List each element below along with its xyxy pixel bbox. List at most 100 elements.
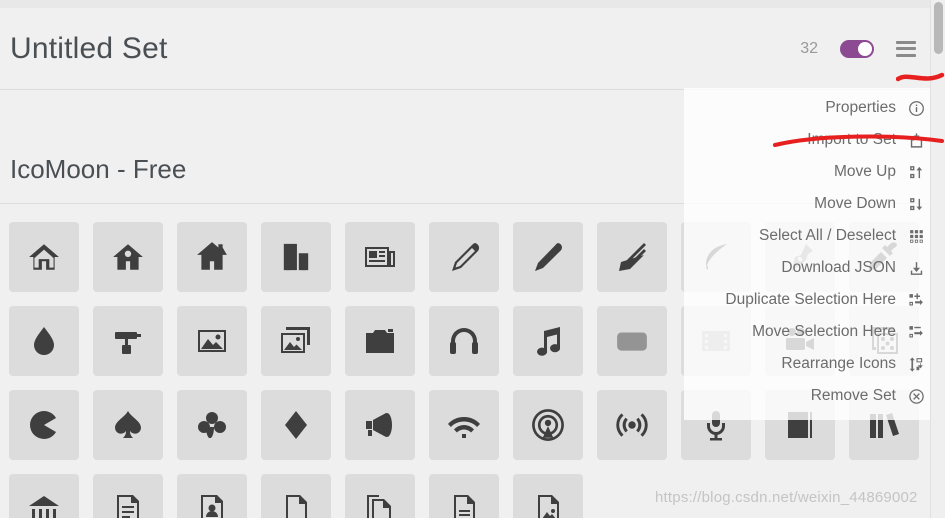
play-video-icon bbox=[615, 324, 649, 358]
menu-item-import-to-set[interactable]: Import to Set bbox=[684, 124, 930, 156]
hamburger-bar bbox=[896, 53, 916, 57]
menu-item-move-up[interactable]: Move Up bbox=[684, 156, 930, 188]
files-empty-icon bbox=[364, 493, 396, 518]
icomoon-app-window: Untitled Set 32 IcoMoon - Free Propertie… bbox=[0, 0, 945, 518]
icon-cell-file-text[interactable] bbox=[93, 474, 163, 518]
icon-cell-play-video[interactable] bbox=[597, 306, 667, 376]
headphones-icon bbox=[448, 325, 480, 357]
icon-cell-file-empty[interactable] bbox=[261, 474, 331, 518]
icon-count: 32 bbox=[800, 39, 818, 57]
top-strip bbox=[0, 0, 930, 8]
icon-cell-images[interactable] bbox=[261, 306, 331, 376]
podcast-icon bbox=[531, 408, 565, 442]
pencil2-icon bbox=[532, 241, 564, 273]
icon-cell-clubs[interactable] bbox=[177, 390, 247, 460]
watermark-text: https://blog.csdn.net/weixin_44869002 bbox=[655, 489, 918, 506]
download-icon bbox=[906, 258, 926, 278]
move-down-icon bbox=[906, 194, 926, 214]
scrollbar-thumb[interactable] bbox=[934, 2, 943, 54]
page-scrollbar[interactable] bbox=[930, 0, 945, 518]
icon-cell-feed[interactable] bbox=[597, 390, 667, 460]
file-text-icon bbox=[112, 493, 144, 518]
profile-icon bbox=[196, 493, 228, 518]
icon-cell-home-filled[interactable] bbox=[93, 222, 163, 292]
menu-item-label: Properties bbox=[825, 99, 896, 117]
spades-icon bbox=[112, 409, 144, 441]
home-icon bbox=[27, 240, 61, 274]
icon-cell-bullhorn[interactable] bbox=[345, 390, 415, 460]
icon-cell-library[interactable] bbox=[9, 474, 79, 518]
hamburger-bar bbox=[896, 47, 916, 50]
info-icon bbox=[906, 98, 926, 118]
icon-cell-image[interactable] bbox=[177, 306, 247, 376]
set-visibility-toggle[interactable] bbox=[840, 39, 874, 58]
move-up-icon bbox=[906, 162, 926, 182]
quill-icon bbox=[616, 241, 648, 273]
icon-cell-diamonds[interactable] bbox=[261, 390, 331, 460]
icon-cell-wifi[interactable] bbox=[429, 390, 499, 460]
icon-cell-spades[interactable] bbox=[93, 390, 163, 460]
clubs-icon bbox=[196, 409, 228, 441]
menu-item-label: Move Up bbox=[833, 163, 896, 181]
menu-item-rearrange-icons[interactable]: Rearrange Icons bbox=[684, 348, 930, 380]
icon-cell-files-empty[interactable] bbox=[345, 474, 415, 518]
menu-item-label: Move Down bbox=[814, 195, 896, 213]
icon-cell-newspaper[interactable] bbox=[345, 222, 415, 292]
menu-item-move-down[interactable]: Move Down bbox=[684, 188, 930, 220]
image-icon bbox=[196, 325, 228, 357]
rearrange-icons-icon bbox=[906, 354, 926, 374]
file-lines-icon bbox=[448, 493, 480, 518]
remove-set-icon bbox=[906, 386, 926, 406]
icon-cell-podcast[interactable] bbox=[513, 390, 583, 460]
file-picture-icon bbox=[532, 493, 564, 518]
menu-item-download-json[interactable]: Download JSON bbox=[684, 252, 930, 284]
menu-item-label: Move Selection Here bbox=[752, 323, 896, 341]
home-filled-icon bbox=[111, 240, 145, 274]
icon-cell-pencil[interactable] bbox=[429, 222, 499, 292]
home-solid-icon bbox=[195, 240, 229, 274]
duplicate-selection-icon bbox=[906, 290, 926, 310]
icon-cell-office[interactable] bbox=[261, 222, 331, 292]
icon-cell-quill[interactable] bbox=[597, 222, 667, 292]
menu-item-move-selection-here[interactable]: Move Selection Here bbox=[684, 316, 930, 348]
feed-icon bbox=[615, 408, 649, 442]
menu-item-duplicate-selection-here[interactable]: Duplicate Selection Here bbox=[684, 284, 930, 316]
library-title: IcoMoon - Free bbox=[10, 154, 187, 184]
pencil-icon bbox=[448, 241, 480, 273]
icon-cell-camera[interactable] bbox=[345, 306, 415, 376]
menu-item-remove-set[interactable]: Remove Set bbox=[684, 380, 930, 412]
icon-cell-home-solid[interactable] bbox=[177, 222, 247, 292]
menu-item-label: Select All / Deselect bbox=[759, 227, 896, 245]
set-title: Untitled Set bbox=[10, 31, 168, 65]
menu-item-label: Duplicate Selection Here bbox=[725, 291, 896, 309]
office-icon bbox=[281, 242, 311, 272]
icon-cell-file-lines[interactable] bbox=[429, 474, 499, 518]
newspaper-icon bbox=[364, 241, 396, 273]
file-empty-icon bbox=[280, 493, 312, 518]
import-icon bbox=[906, 130, 926, 150]
icon-cell-profile[interactable] bbox=[177, 474, 247, 518]
bullhorn-icon bbox=[364, 409, 396, 441]
diamonds-icon bbox=[280, 409, 312, 441]
set-menu-button[interactable] bbox=[896, 40, 916, 57]
set-header: Untitled Set 32 bbox=[0, 8, 930, 90]
icon-cell-music-note[interactable] bbox=[513, 306, 583, 376]
menu-item-select-all-deselect[interactable]: Select All / Deselect bbox=[684, 220, 930, 252]
icon-cell-paint-roller[interactable] bbox=[93, 306, 163, 376]
icon-cell-headphones[interactable] bbox=[429, 306, 499, 376]
icon-cell-pencil2[interactable] bbox=[513, 222, 583, 292]
hamburger-bar bbox=[896, 40, 916, 44]
menu-item-properties[interactable]: Properties bbox=[684, 92, 930, 124]
paint-roller-icon bbox=[112, 325, 144, 357]
menu-item-label: Download JSON bbox=[781, 259, 896, 277]
images-icon bbox=[280, 325, 312, 357]
icon-cell-home[interactable] bbox=[9, 222, 79, 292]
menu-item-label: Remove Set bbox=[810, 387, 896, 405]
icon-cell-file-picture[interactable] bbox=[513, 474, 583, 518]
menu-item-label: Import to Set bbox=[807, 131, 896, 149]
icon-cell-droplet[interactable] bbox=[9, 306, 79, 376]
set-context-menu: Properties Import to Set Move Up Move Do… bbox=[684, 88, 930, 420]
select-all-icon bbox=[906, 226, 926, 246]
pacman-icon bbox=[28, 409, 60, 441]
icon-cell-pacman[interactable] bbox=[9, 390, 79, 460]
